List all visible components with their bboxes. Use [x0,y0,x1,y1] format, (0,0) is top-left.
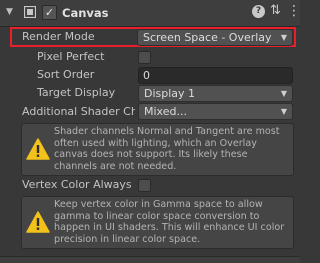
pixel-perfect-checkbox[interactable] [138,51,151,64]
sort-order-label: Sort Order [37,68,95,81]
additional-shader-channels-value: Mixed... [144,105,187,118]
preset-icon[interactable]: ⇅ [270,4,282,18]
warning-icon [26,211,50,233]
help-icon[interactable]: ? [252,5,265,18]
help-text: Keep vertex color in Gamma space to allo… [54,199,285,245]
chevron-down-icon: ▼ [280,89,287,98]
canvas-icon [23,5,37,19]
render-mode-value: Screen Space - Overlay [143,31,272,44]
help-text: Shader channels Normal and Tangent are m… [54,126,280,172]
sort-order-field[interactable]: 0 [138,67,293,84]
warning-icon [26,138,50,160]
vertex-color-always-checkbox[interactable] [138,179,151,192]
enable-checkbox[interactable]: ✓ [42,5,57,20]
component-title: Canvas [62,6,109,20]
render-mode-label: Render Mode [22,30,95,43]
pixel-perfect-label: Pixel Perfect [37,50,105,63]
vertex-color-always-label: Vertex Color Always [22,178,132,191]
kebab-menu-icon[interactable]: ⋮ [287,3,301,19]
target-display-value: Display 1 [144,87,196,100]
help-box-vertex-color: Keep vertex color in Gamma space to allo… [21,196,294,249]
render-mode-dropdown[interactable]: Screen Space - Overlay ▼ [137,29,293,46]
help-box-shader-channels: Shader channels Normal and Tangent are m… [21,123,294,176]
target-display-label: Target Display [37,86,116,99]
target-display-dropdown[interactable]: Display 1 ▼ [138,85,293,102]
triangle-down-icon[interactable]: ▼ [6,6,16,18]
chevron-down-icon: ▼ [280,33,287,42]
additional-shader-channels-label: Additional Shader Ch [22,105,135,118]
additional-shader-channels-dropdown[interactable]: Mixed... ▼ [138,103,293,120]
chevron-down-icon: ▼ [280,107,287,116]
